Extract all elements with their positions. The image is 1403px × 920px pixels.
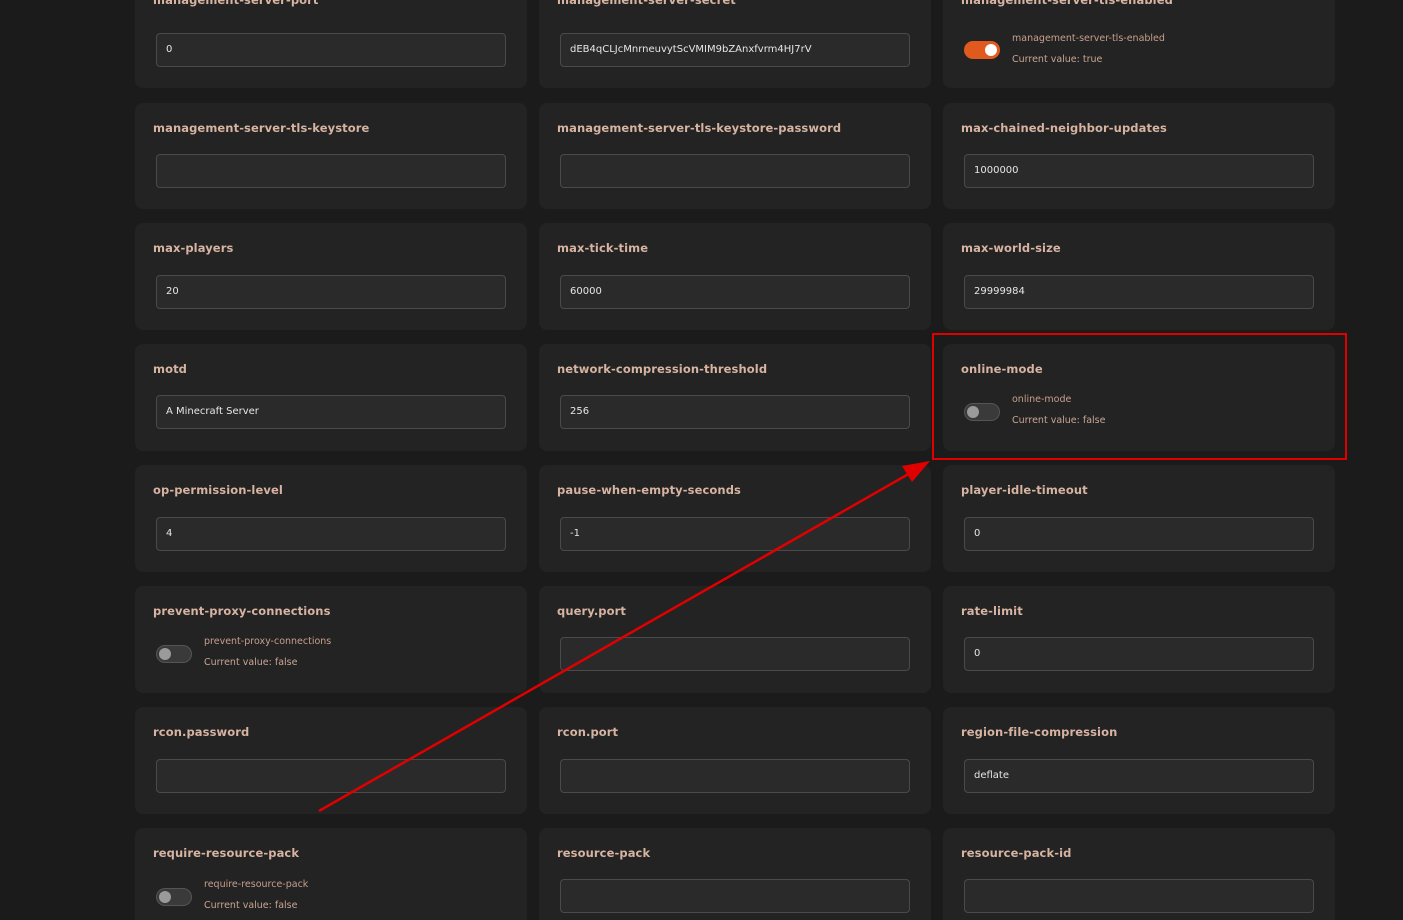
annotation-arrow bbox=[318, 461, 930, 813]
arrow-head bbox=[902, 461, 930, 482]
arrow-line bbox=[318, 470, 913, 813]
